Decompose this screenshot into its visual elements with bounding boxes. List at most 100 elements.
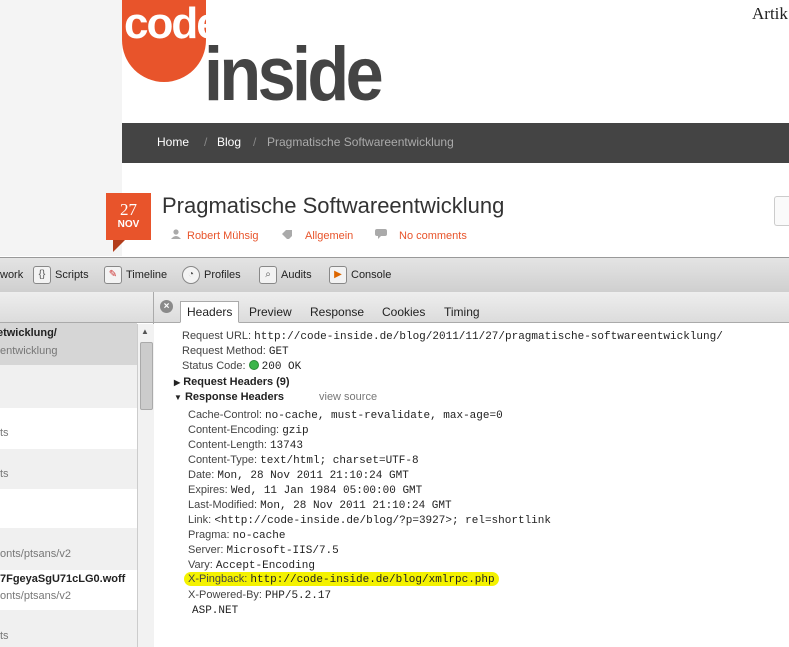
post-date-month: NOV xyxy=(117,219,140,230)
header-key: Last-Modified: xyxy=(188,499,258,511)
header-value: Accept-Encoding xyxy=(215,560,315,572)
post-date-day: 27 xyxy=(120,200,137,219)
breadcrumb-separator: / xyxy=(204,135,208,149)
status-code-value: 200 OK xyxy=(261,361,302,373)
response-header-row-highlighted: X-Pingback: http://code-inside.de/blog/x… xyxy=(184,572,499,586)
list-item-path: ts xyxy=(0,427,9,439)
header-value: no-cache xyxy=(232,530,286,542)
breadcrumb-separator: / xyxy=(253,135,257,149)
tab-timing[interactable]: Timing xyxy=(438,302,486,322)
response-headers-toggle[interactable]: ▼ Response Headers xyxy=(174,391,284,403)
resource-list-scrollbar[interactable]: ▲ xyxy=(137,324,154,647)
response-header-row: Server: Microsoft-IIS/7.5 xyxy=(188,544,339,557)
header-value: <http://code-inside.de/blog/?p=3927>; re… xyxy=(214,515,551,527)
tag-icon xyxy=(282,230,292,239)
request-url-label: Request URL: xyxy=(182,330,252,342)
response-header-row: Date: Mon, 28 Nov 2011 21:10:24 GMT xyxy=(188,469,409,482)
response-header-row: Content-Length: 13743 xyxy=(188,439,303,452)
post-category-link[interactable]: Allgemein xyxy=(305,230,353,242)
list-item[interactable]: ts xyxy=(0,408,137,449)
request-url-value: http://code-inside.de/blog/2011/11/27/pr… xyxy=(254,331,723,343)
list-item[interactable]: ts xyxy=(0,449,137,489)
response-header-row: X-Powered-By: PHP/5.2.17 xyxy=(188,589,331,602)
response-header-row: Pragma: no-cache xyxy=(188,529,285,542)
header-key: Server: xyxy=(188,544,224,556)
header-key: X-Pingback: xyxy=(188,573,248,585)
toolbar-console-button[interactable]: ▶ Console xyxy=(329,264,391,286)
list-item[interactable]: waretwicklung/ entwicklung xyxy=(0,323,137,365)
breadcrumb-current: Pragmatische Softwareentwicklung xyxy=(267,135,454,149)
header-value: text/html; charset=UTF-8 xyxy=(260,455,419,467)
response-header-continuation: ASP.NET xyxy=(192,604,238,617)
response-header-row: Cache-Control: no-cache, must-revalidate… xyxy=(188,409,503,422)
expanded-triangle-icon: ▼ xyxy=(174,393,182,402)
scroll-up-arrow-icon[interactable]: ▲ xyxy=(141,327,149,336)
post-title[interactable]: Pragmatische Softwareentwicklung xyxy=(162,193,504,219)
toolbar-profiles-label: Profiles xyxy=(204,269,241,281)
toolbar-scripts-label: Scripts xyxy=(55,269,89,281)
header-key: X-Powered-By: xyxy=(188,589,262,601)
header-value: Wed, 11 Jan 1984 05:00:00 GMT xyxy=(230,485,423,497)
tab-headers[interactable]: Headers xyxy=(180,301,240,323)
list-item[interactable]: 7FgeyaSgU71cLG0.woff onts/ptsans/v2 xyxy=(0,570,137,610)
toolbar-network-label: work xyxy=(0,269,24,281)
post-date-badge: 27 NOV xyxy=(106,193,151,240)
toolbar-profiles-button[interactable]: ◔ Profiles xyxy=(182,264,241,286)
breadcrumb-home[interactable]: Home xyxy=(157,135,189,149)
toolbar-scripts-button[interactable]: {} Scripts xyxy=(33,264,89,286)
header-value: Mon, 28 Nov 2011 21:10:24 GMT xyxy=(217,470,409,482)
list-item[interactable]: ts xyxy=(0,610,137,647)
list-item[interactable] xyxy=(0,365,137,408)
breadcrumb-blog[interactable]: Blog xyxy=(217,135,241,149)
search-box-edge[interactable] xyxy=(774,196,789,226)
toolbar-timeline-label: Timeline xyxy=(126,269,168,281)
header-key: Content-Type: xyxy=(188,454,258,466)
list-item-path: entwicklung xyxy=(0,345,58,357)
request-headers-toggle[interactable]: ▶ Request Headers (9) xyxy=(174,376,290,388)
response-headers-label: Response Headers xyxy=(184,391,285,403)
list-item[interactable] xyxy=(0,489,137,528)
request-url-row: Request URL: http://code-inside.de/blog/… xyxy=(182,330,723,343)
response-header-row: Content-Encoding: gzip xyxy=(188,424,309,437)
resource-list-header xyxy=(0,292,153,323)
tab-response[interactable]: Response xyxy=(304,302,370,322)
collapsed-triangle-icon: ▶ xyxy=(174,378,181,387)
list-item-path: onts/ptsans/v2 xyxy=(0,548,71,560)
header-value: 13743 xyxy=(269,440,303,452)
response-header-row: Last-Modified: Mon, 28 Nov 2011 21:10:24… xyxy=(188,499,452,512)
resource-list: waretwicklung/ entwicklung ts ts onts/pt… xyxy=(0,292,154,647)
highlight-marker: X-Pingback: http://code-inside.de/blog/x… xyxy=(184,572,499,586)
post-comments-link[interactable]: No comments xyxy=(399,230,467,242)
list-item[interactable]: onts/ptsans/v2 xyxy=(0,528,137,570)
header-value: PHP/5.2.17 xyxy=(265,590,332,602)
toolbar-audits-button[interactable]: ⌕ Audits xyxy=(259,264,312,286)
breadcrumb: Home / Blog / Pragmatische Softwareentwi… xyxy=(122,123,789,163)
tab-preview[interactable]: Preview xyxy=(243,302,298,322)
header-value: Microsoft-IIS/7.5 xyxy=(226,545,339,557)
request-headers-label: Request Headers (9) xyxy=(183,376,290,388)
view-source-link[interactable]: view source xyxy=(319,391,377,403)
date-badge-fold xyxy=(113,240,125,252)
header-key: Date: xyxy=(188,469,215,481)
scrollbar-thumb[interactable] xyxy=(140,342,153,410)
post-author-link[interactable]: Robert Mühsig xyxy=(187,230,259,242)
comment-icon xyxy=(375,229,387,239)
close-icon[interactable]: × xyxy=(160,300,173,313)
list-item-path: ts xyxy=(0,468,9,480)
response-header-row: Vary: Accept-Encoding xyxy=(188,559,315,572)
toolbar-network-button[interactable]: work xyxy=(0,264,23,286)
author-icon xyxy=(171,229,181,239)
list-item-name: waretwicklung/ xyxy=(0,327,57,339)
header-value: gzip xyxy=(282,425,309,437)
header-key: Content-Length: xyxy=(188,439,267,451)
header-value: ASP.NET xyxy=(192,605,239,617)
profiles-icon: ◔ xyxy=(182,266,200,284)
header-right-text[interactable]: Artik xyxy=(752,4,788,24)
header-key: Expires: xyxy=(188,484,228,496)
header-key: Content-Encoding: xyxy=(188,424,280,436)
header-value: Mon, 28 Nov 2011 21:10:24 GMT xyxy=(260,500,452,512)
header-key: Vary: xyxy=(188,559,213,571)
toolbar-timeline-button[interactable]: ✎ Timeline xyxy=(104,264,167,286)
tab-cookies[interactable]: Cookies xyxy=(376,302,431,322)
response-header-row: Content-Type: text/html; charset=UTF-8 xyxy=(188,454,419,467)
